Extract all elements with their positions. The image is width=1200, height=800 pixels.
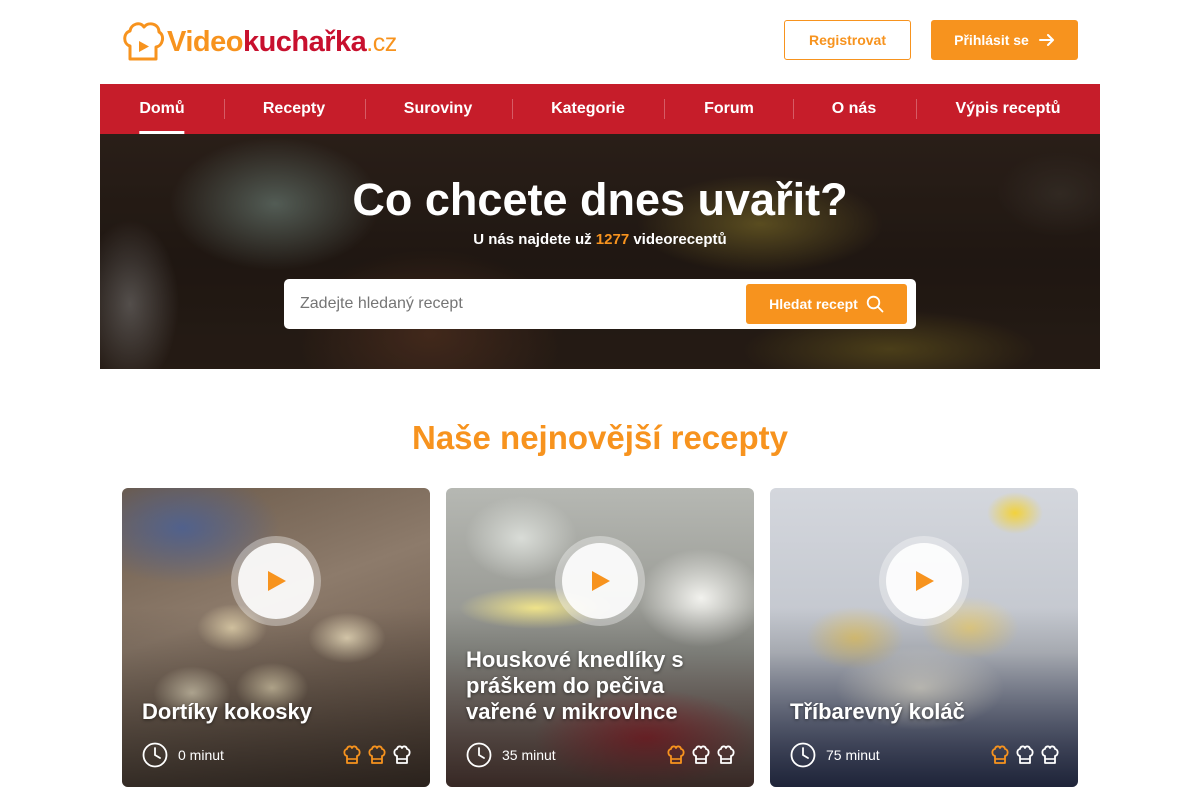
- recipe-card[interactable]: Dortíky kokosky 0 minut: [122, 488, 430, 787]
- nav-separator: [916, 99, 917, 119]
- recipe-time: 35 minut: [502, 747, 556, 763]
- recipe-title: Dortíky kokosky: [142, 699, 312, 724]
- nav-item-domu[interactable]: Domů: [139, 84, 185, 134]
- recipe-title: Houskové knedlíky s práškem do pečiva va…: [466, 647, 684, 724]
- page: Videokuchařka.cz Registrovat Přihlásit s…: [0, 0, 1200, 800]
- recipe-meta: 75 minut: [790, 742, 1060, 768]
- hero-title: Co chcete dnes uvařit?: [352, 174, 848, 225]
- section-title: Naše nejnovější recepty: [411, 419, 789, 456]
- chef-hat-icon: [667, 745, 685, 764]
- chef-hat-icon: [991, 745, 1009, 764]
- chef-hat-logo-icon: [123, 22, 165, 61]
- nav-separator: [224, 99, 225, 119]
- hero-subtitle-prefix: U nás najdete už: [473, 231, 592, 248]
- chef-hat-icon: [343, 745, 361, 764]
- play-icon: [268, 571, 286, 591]
- search-input[interactable]: [284, 279, 739, 329]
- search-button[interactable]: Hledat recept: [746, 284, 907, 324]
- nav-separator: [512, 99, 513, 119]
- login-button-label: Přihlásit se: [954, 32, 1029, 48]
- play-icon: [592, 571, 610, 591]
- difficulty-rating: [342, 745, 412, 765]
- chef-hat-icon: [692, 745, 710, 764]
- recipe-meta: 0 minut: [142, 742, 412, 768]
- play-button-inner: [238, 543, 314, 619]
- hero-subtitle: U nás najdete už 1277 videoreceptů: [100, 231, 1100, 249]
- register-button[interactable]: Registrovat: [784, 20, 911, 60]
- site-header: Videokuchařka.cz Registrovat Přihlásit s…: [0, 0, 1200, 84]
- site-logo[interactable]: Videokuchařka.cz: [121, 19, 397, 65]
- chef-hat-icon: [393, 745, 411, 764]
- play-button-inner: [562, 543, 638, 619]
- nav-item-vypis-receptu[interactable]: Výpis receptů: [956, 84, 1061, 134]
- login-button[interactable]: Přihlásit se: [931, 20, 1078, 60]
- recipe-card[interactable]: Tříbarevný koláč 75 minut: [770, 488, 1078, 787]
- logo-text: Videokuchařka.cz: [167, 19, 397, 66]
- hero-banner: Co chcete dnes uvařit? U nás najdete už …: [100, 134, 1100, 369]
- difficulty-rating: [990, 745, 1060, 765]
- logo-text-kucharka: kuchařka: [242, 25, 367, 58]
- difficulty-rating: [666, 745, 736, 765]
- recipe-card[interactable]: Houskové knedlíky s práškem do pečiva va…: [446, 488, 754, 787]
- arrow-right-icon: [1038, 34, 1054, 46]
- nav-item-recepty[interactable]: Recepty: [263, 84, 325, 134]
- search-button-label: Hledat recept: [769, 296, 858, 312]
- nav-item-kategorie[interactable]: Kategorie: [551, 84, 625, 134]
- play-button[interactable]: [231, 536, 321, 626]
- play-button[interactable]: [555, 536, 645, 626]
- clock-icon: [790, 742, 816, 768]
- play-button[interactable]: [879, 536, 969, 626]
- nav-item-forum[interactable]: Forum: [704, 84, 754, 134]
- chef-hat-icon: [1041, 745, 1059, 764]
- recipe-time: 0 minut: [178, 747, 224, 763]
- chef-hat-icon: [1016, 745, 1034, 764]
- recipe-time: 75 minut: [826, 747, 880, 763]
- search-box: Hledat recept: [284, 279, 916, 329]
- main-nav: Domů Recepty Suroviny Kategorie Forum O …: [100, 84, 1100, 134]
- nav-item-suroviny[interactable]: Suroviny: [404, 84, 472, 134]
- logo-text-domain: .cz: [366, 28, 397, 57]
- clock-icon: [142, 742, 168, 768]
- nav-separator: [664, 99, 665, 119]
- hero-subtitle-suffix: videoreceptů: [633, 231, 727, 248]
- logo-text-video: Video: [167, 25, 243, 58]
- play-button-inner: [886, 543, 962, 619]
- nav-item-o-nas[interactable]: O nás: [832, 84, 876, 134]
- recipe-title: Tříbarevný koláč: [790, 699, 965, 724]
- chef-hat-icon: [368, 745, 386, 764]
- clock-icon: [466, 742, 492, 768]
- nav-separator: [793, 99, 794, 119]
- recipe-meta: 35 minut: [466, 742, 736, 768]
- nav-separator: [365, 99, 366, 119]
- play-icon: [916, 571, 934, 591]
- recipe-count: 1277: [595, 231, 630, 248]
- search-icon: [866, 295, 884, 313]
- chef-hat-icon: [717, 745, 735, 764]
